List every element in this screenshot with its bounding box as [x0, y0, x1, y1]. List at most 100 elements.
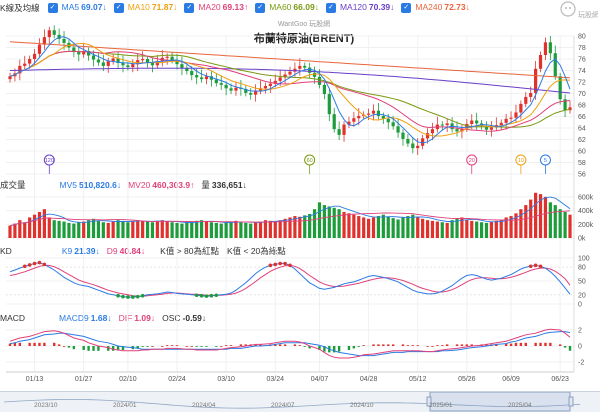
volume-bar	[278, 220, 282, 238]
kd-oversold-dot	[121, 294, 125, 299]
period-badge-120: 120	[43, 154, 55, 174]
osc-bar	[539, 342, 542, 346]
candle-body	[386, 118, 390, 123]
volume-bar	[111, 221, 115, 238]
volume-bar	[416, 217, 420, 238]
volume-bar	[96, 220, 101, 238]
volume-bar	[145, 221, 150, 238]
osc-bar	[509, 343, 513, 346]
osc-bar	[519, 342, 523, 346]
osc-bar	[382, 344, 385, 346]
volume-bar	[558, 209, 562, 238]
osc-bar	[239, 344, 243, 346]
volume-bar	[77, 222, 81, 238]
candle-body	[96, 59, 101, 63]
navigator-right-handle[interactable]	[568, 396, 574, 407]
osc-bar	[563, 346, 567, 348]
navigator-tick-label: 2024/01	[113, 402, 137, 409]
volume-bar	[234, 220, 238, 238]
osc-bar	[57, 344, 61, 346]
price-chart-svg[interactable]: WantGoo 玩股網 布蘭特原油(BRENT) 120 60 20 10 5 8078…	[0, 0, 600, 391]
volume-bar	[347, 213, 351, 238]
navigator-tick-label: 2024/07	[271, 402, 295, 409]
volume-bar	[204, 221, 209, 238]
volume-bar	[268, 220, 272, 238]
kd-overbought-dot	[288, 263, 292, 268]
candle-body	[401, 132, 405, 139]
candle-body	[229, 88, 233, 91]
volume-bar	[170, 222, 174, 238]
x-tick-label: 04/07	[311, 376, 329, 383]
kd-overbought-dot	[538, 264, 543, 269]
candle-body	[489, 127, 494, 130]
volume-bar	[381, 214, 385, 238]
volume-bar	[357, 216, 361, 238]
candle-body	[312, 72, 317, 77]
candle-body	[430, 129, 435, 134]
volume-bar	[72, 223, 76, 238]
volume-bar	[484, 222, 489, 238]
candle-body	[111, 58, 115, 62]
price-tick-label: 80	[578, 34, 586, 41]
kd-overbought-dot	[533, 263, 538, 268]
candle-body	[514, 112, 518, 118]
volume-bar	[249, 223, 253, 238]
kd-oversold-dot	[140, 293, 145, 298]
badge-label: 20	[469, 158, 475, 164]
osc-bar	[278, 344, 282, 346]
osc-bar	[391, 344, 395, 346]
ma20-line	[9, 50, 571, 132]
volume-bar	[67, 222, 71, 238]
volume-bar	[524, 205, 528, 238]
volume-bar	[116, 220, 120, 238]
period-badge-60: 60	[304, 154, 316, 174]
osc-bar	[220, 346, 223, 347]
volume-tick-label: 400k	[578, 208, 594, 215]
candle-body	[445, 123, 449, 126]
navigator-svg[interactable]: 2023/10 2024/01 2024/04 2024/07 2024/10 2025/…	[0, 392, 600, 412]
osc-bar	[185, 346, 189, 347]
osc-bar	[200, 346, 203, 347]
volume-bar	[308, 214, 312, 238]
badge-label: 5	[544, 158, 547, 164]
kd-overbought-dot	[278, 261, 282, 266]
volume-bar	[37, 211, 42, 238]
candle-body	[141, 59, 145, 61]
candle-body	[106, 61, 110, 66]
candle-body	[214, 79, 218, 84]
volume-bar	[42, 209, 46, 238]
candle-body	[421, 138, 425, 146]
candle-body	[396, 126, 400, 133]
osc-bar	[195, 346, 198, 347]
volume-bar	[214, 222, 218, 238]
volume-bar	[185, 222, 189, 238]
volume-bar	[489, 221, 494, 238]
candle-body	[548, 42, 552, 54]
volume-bar	[332, 207, 336, 238]
candle-body	[298, 65, 302, 69]
badge-label: 120	[45, 158, 54, 164]
volume-bar	[23, 222, 27, 238]
candle-body	[509, 117, 513, 119]
candle-body	[47, 30, 51, 38]
price-tick-label: 74	[578, 68, 586, 75]
osc-bar	[362, 345, 365, 346]
kd-oversold-dot	[209, 293, 214, 298]
candle-body	[440, 124, 444, 126]
x-tick-label: 02/10	[119, 376, 137, 383]
navigator-tick-label: 2023/10	[34, 402, 58, 409]
candle-body	[303, 65, 307, 68]
volume-bar	[126, 222, 130, 238]
volume-bar	[32, 214, 37, 238]
volume-tick-label: 600k	[578, 194, 594, 201]
osc-bar	[28, 342, 31, 346]
candle-body	[23, 63, 27, 66]
volume-bar	[239, 222, 243, 238]
range-navigator[interactable]: 2023/10 2024/01 2024/04 2024/07 2024/10 2025/…	[0, 391, 600, 412]
volume-bar	[470, 220, 474, 238]
candle-body	[322, 84, 326, 95]
volume-bar	[8, 225, 12, 238]
volume-bar	[62, 221, 66, 238]
volume-bar	[499, 220, 503, 238]
kd-oversold-dot	[194, 293, 199, 298]
